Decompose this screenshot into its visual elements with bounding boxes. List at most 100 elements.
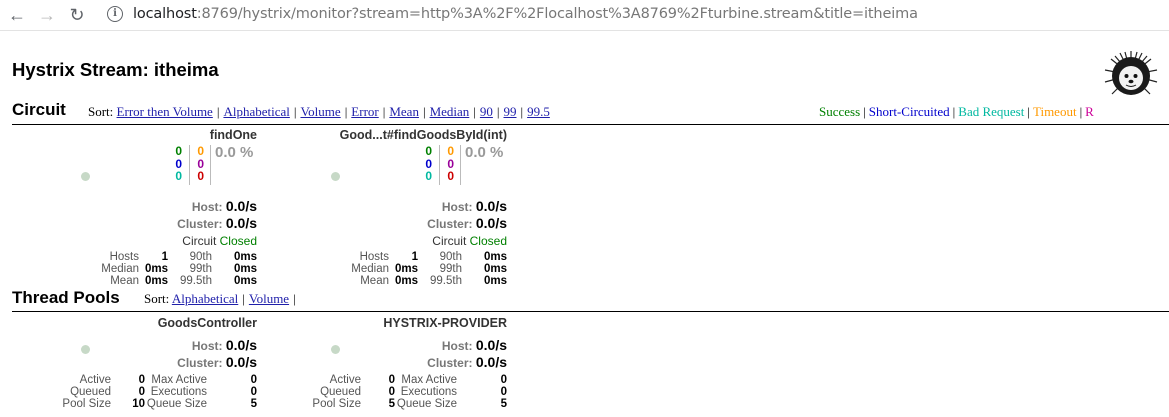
failure-count: 0 [447, 169, 454, 183]
latency-table: Hosts 1 90th 0ms Median 0ms 99th 0ms Mean 0ms 99… [343, 251, 507, 287]
executions-value: 0 [250, 386, 257, 398]
latency-table: Hosts 1 90th 0ms Median 0ms 99th 0ms Mean 0ms 99… [93, 251, 257, 287]
circuit-heading: Circuit [12, 100, 66, 119]
error-rate: 0.0 % [215, 144, 254, 161]
threadpool-box[interactable]: HYSTRIX-PROVIDER Host: 0.0/s Cluster: 0.… [262, 316, 507, 416]
error-rate: 0.0 % [465, 144, 504, 161]
counts-divider [460, 145, 461, 185]
sort-volume[interactable]: Volume [300, 104, 340, 119]
threadpool-stats-table: Active 0 Max Active 0 Queued 0 Executions 0 Po… [275, 374, 507, 410]
queued-value: 0 [138, 386, 145, 398]
host-label: Host: [191, 200, 223, 214]
legend-bad-request: Bad Request [958, 104, 1025, 119]
median-value: 0ms [394, 263, 418, 275]
sort-label: Sort: [88, 104, 114, 119]
circuit-counts-left: 0 0 0 [170, 145, 182, 183]
url-path: :8769/hystrix/monitor?stream=http%3A%2F%… [196, 6, 918, 22]
pool-sort-alphabetical[interactable]: Alphabetical [172, 291, 238, 306]
host-rate-row: Host: 0.0/s [442, 337, 507, 353]
queue-size-value: 5 [250, 398, 257, 410]
host-label: Host: [441, 200, 473, 214]
circuit-state: Closed [469, 234, 507, 248]
cluster-rate-row: Cluster: 0.0/s [177, 215, 257, 231]
mean-value: 0ms [394, 275, 418, 287]
threadpools-sort-bar: Sort: Alphabetical | Volume | [144, 291, 296, 306]
host-rate: 0.0/s [475, 337, 507, 353]
info-icon[interactable]: i [107, 6, 123, 22]
legend-timeout: Timeout [1032, 104, 1077, 119]
p99-label: 99th [439, 263, 462, 275]
p90-value: 0ms [233, 251, 257, 263]
sort-error-then-volume[interactable]: Error then Volume [117, 104, 213, 119]
cluster-label: Cluster: [427, 356, 473, 370]
circuit-box[interactable]: Good...t#findGoodsById(int) 0 0 0 0 0 0 … [262, 128, 507, 288]
p90-label: 90th [439, 251, 462, 263]
circuit-sort-bar: Sort: Error then Volume | Alphabetical | Vol… [88, 104, 550, 119]
max-active-label: Max Active [401, 374, 457, 386]
circuit-name: Good...t#findGoodsById(int) [339, 128, 507, 142]
cluster-rate-row: Cluster: 0.0/s [177, 354, 257, 370]
cluster-label: Cluster: [177, 356, 223, 370]
sort-mean[interactable]: Mean [389, 104, 419, 119]
cluster-rate: 0.0/s [475, 354, 507, 370]
active-value: 0 [388, 374, 395, 386]
sort-median[interactable]: Median [430, 104, 470, 119]
host-rate-row: Host: 0.0/s [442, 198, 507, 214]
circuit-state: Closed [219, 234, 257, 248]
cluster-rate-row: Cluster: 0.0/s [427, 215, 507, 231]
back-arrow-icon[interactable]: ← [6, 4, 28, 26]
p99-value: 0ms [233, 263, 257, 275]
executions-value: 0 [500, 386, 507, 398]
forward-arrow-icon[interactable]: → [36, 4, 58, 26]
address-bar[interactable]: localhost:8769/hystrix/monitor?stream=ht… [133, 6, 918, 22]
browser-toolbar: ← → ↻ i localhost:8769/hystrix/monitor?s… [0, 0, 1169, 31]
p99-label: 99th [189, 263, 212, 275]
p995-label: 99.5th [430, 275, 462, 287]
active-value: 0 [138, 374, 145, 386]
sort-90[interactable]: 90 [480, 104, 493, 119]
cluster-rate: 0.0/s [225, 215, 257, 231]
sort-99[interactable]: 99 [504, 104, 517, 119]
host-rate: 0.0/s [225, 198, 257, 214]
active-label: Active [79, 374, 111, 386]
circuit-status-label: Circuit [182, 234, 217, 248]
cluster-rate: 0.0/s [225, 354, 257, 370]
pool-sort-volume[interactable]: Volume [249, 291, 289, 306]
queue-size-value: 5 [500, 398, 507, 410]
max-active-label: Max Active [151, 374, 207, 386]
circuit-counts-left: 0 0 0 [420, 145, 432, 183]
success-count: 0 [425, 144, 432, 158]
threadpool-box[interactable]: GoodsController Host: 0.0/s Cluster: 0.0… [12, 316, 257, 416]
legend-rejected: R [1085, 104, 1094, 119]
hosts-value: 1 [161, 251, 168, 263]
mean-value: 0ms [144, 275, 168, 287]
threadpool-name: HYSTRIX-PROVIDER [383, 316, 507, 330]
timeout-count: 0 [447, 144, 454, 158]
queue-size-label: Queue Size [146, 398, 207, 410]
host-label: Host: [441, 339, 473, 353]
timeout-count: 0 [197, 144, 204, 158]
host-rate: 0.0/s [225, 337, 257, 353]
hosts-value: 1 [411, 251, 418, 263]
median-label: Median [101, 263, 139, 275]
success-count: 0 [175, 144, 182, 158]
max-active-value: 0 [250, 374, 257, 386]
bad-request-count: 0 [425, 169, 432, 183]
sort-alphabetical[interactable]: Alphabetical [223, 104, 289, 119]
median-value: 0ms [144, 263, 168, 275]
pool-size-label: Pool Size [312, 398, 361, 410]
hystrix-logo-icon [1104, 51, 1158, 95]
cluster-rate: 0.0/s [475, 215, 507, 231]
cluster-rate-row: Cluster: 0.0/s [427, 354, 507, 370]
hosts-label: Hosts [359, 251, 389, 263]
queued-label: Queued [70, 386, 111, 398]
executions-label: Executions [400, 386, 457, 398]
circuit-counts-right: 0 0 0 [192, 145, 204, 183]
sort-error[interactable]: Error [351, 104, 378, 119]
sort-99-5[interactable]: 99.5 [527, 104, 550, 119]
circuit-box[interactable]: findOne 0 0 0 0 0 0 0.0 % Host: 0.0/s Cl… [12, 128, 257, 288]
threadpool-stats-table: Active 0 Max Active 0 Queued 0 Executions 0 Po… [25, 374, 257, 410]
queue-size-label: Queue Size [396, 398, 457, 410]
reload-icon[interactable]: ↻ [66, 4, 88, 26]
circuit-divider [12, 124, 1169, 125]
